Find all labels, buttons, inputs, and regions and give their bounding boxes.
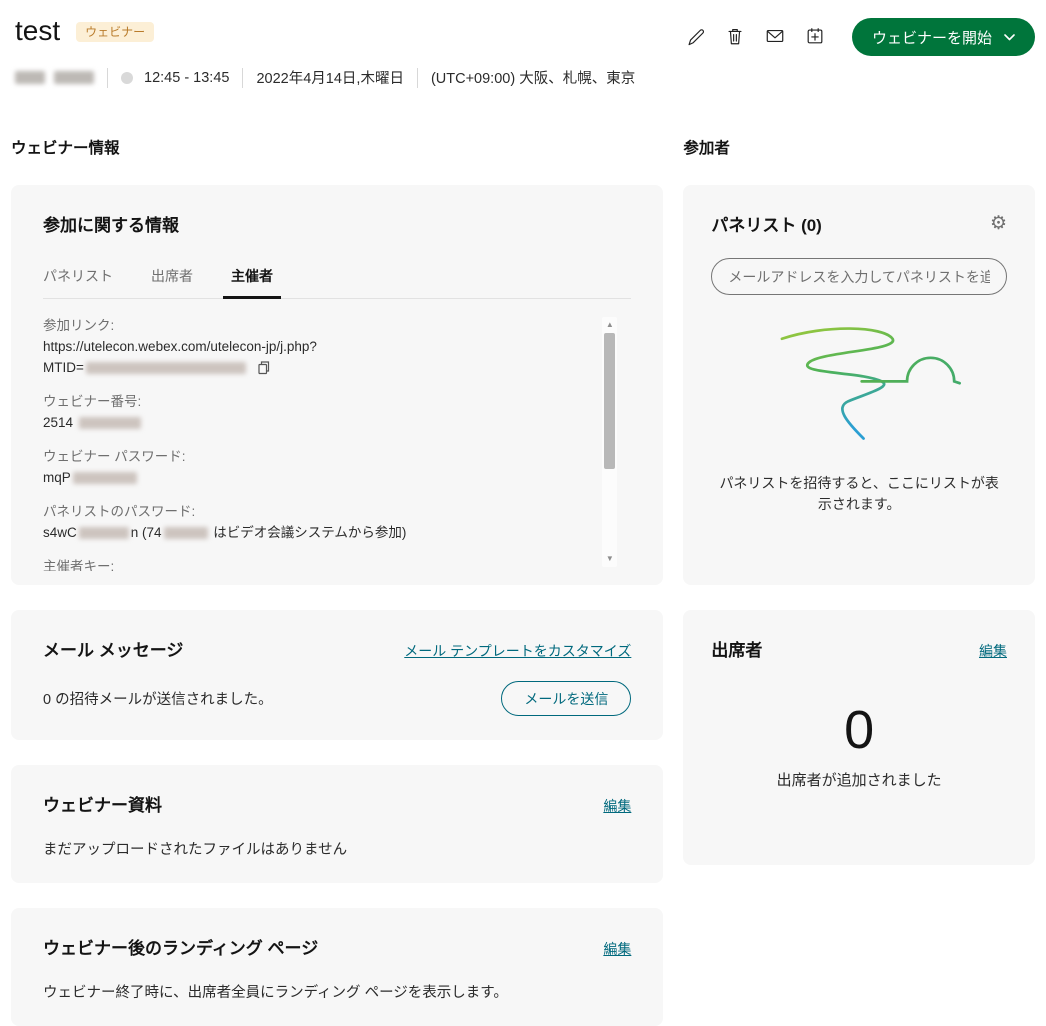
redacted-mtid (86, 362, 246, 374)
panelist-settings-button[interactable]: ⚙ (990, 214, 1007, 234)
webinar-meta-row: 12:45 - 13:45 2022年4月14日,木曜日 (UTC+09:00)… (15, 67, 1035, 88)
host-key-label: 主催者キー: (43, 556, 587, 571)
panelists-card-title: パネリスト (0) (711, 211, 822, 236)
scrollbar: ▲ ▼ (602, 317, 617, 567)
calendar-add-icon (805, 26, 825, 46)
scroll-down-arrow[interactable]: ▼ (602, 554, 617, 564)
webinar-detail-page: test ウェビナー ウェビナーを開始 12:45 - 13: (0, 0, 1046, 1026)
webinar-number-value: 2514 (43, 415, 73, 430)
materials-empty-text: まだアップロードされたファイルはありません (43, 838, 631, 859)
edit-button[interactable] (684, 26, 706, 48)
materials-edit-link[interactable]: 編集 (603, 796, 631, 816)
tab-panelist[interactable]: パネリスト (43, 266, 113, 286)
panelist-email-input[interactable] (711, 258, 1007, 295)
attendees-card: 出席者 編集 0 出席者が追加されました (683, 610, 1035, 865)
attendees-card-title: 出席者 (711, 636, 762, 661)
panelist-password-value: s4wC (43, 525, 77, 540)
email-status-text: 0 の招待メールが送信されました。 (43, 688, 273, 709)
status-dot (121, 72, 133, 84)
redacted-webinar-password (73, 472, 137, 484)
page-header: test ウェビナー ウェビナーを開始 (11, 14, 1035, 56)
section-title-webinar-info: ウェビナー情報 (11, 136, 663, 158)
divider (107, 68, 108, 88)
webinar-password-label: ウェビナー パスワード: (43, 446, 587, 467)
panelist-password-label: パネリストのパスワード: (43, 501, 587, 522)
redacted-webinar-number (79, 417, 141, 429)
tab-host[interactable]: 主催者 (231, 266, 273, 286)
send-email-button[interactable]: メールを送信 (501, 681, 631, 716)
divider (417, 68, 418, 88)
attendees-edit-link[interactable]: 編集 (979, 641, 1007, 661)
delete-button[interactable] (724, 26, 746, 48)
join-info-scroll-area: 参加リンク: https://utelecon.webex.com/utelec… (43, 315, 631, 571)
start-webinar-button[interactable]: ウェビナーを開始 (852, 18, 1035, 56)
redacted-host-name-2 (54, 71, 94, 84)
join-link-field: 参加リンク: https://utelecon.webex.com/utelec… (43, 315, 587, 378)
join-info-title: 参加に関する情報 (43, 211, 631, 236)
redacted-host-name (15, 71, 45, 84)
email-card-title: メール メッセージ (43, 636, 183, 661)
join-link-mtid: MTID= (43, 360, 84, 375)
gear-icon: ⚙ (990, 213, 1007, 234)
start-webinar-label: ウェビナーを開始 (872, 27, 992, 48)
copy-icon (256, 360, 271, 375)
header-actions: ウェビナーを開始 (684, 14, 1035, 56)
attendee-count: 0 (711, 703, 1007, 757)
envelope-icon (765, 26, 785, 46)
redacted-video-number (164, 527, 208, 539)
panelist-password-mid: n (74 (131, 525, 162, 540)
host-key-field: 主催者キー: (43, 556, 587, 571)
landing-page-card: ウェビナー後のランディング ページ 編集 ウェビナー終了時に、出席者全員にランデ… (11, 908, 663, 1026)
panelist-password-suffix: はビデオ会議システムから参加) (210, 525, 407, 540)
webinar-time: 12:45 - 13:45 (144, 70, 229, 86)
pencil-icon (685, 26, 705, 46)
join-link-label: 参加リンク: (43, 315, 587, 336)
webinar-timezone: (UTC+09:00) 大阪、札幌、東京 (431, 67, 635, 88)
webinar-title: test (15, 14, 60, 48)
panelists-empty-hint: パネリストを招待すると、ここにリストが表示されます。 (711, 473, 1007, 515)
webinar-date: 2022年4月14日,木曜日 (256, 67, 403, 88)
copy-link-button[interactable] (256, 360, 271, 378)
divider (242, 68, 243, 88)
webinar-password-field: ウェビナー パスワード: mqP (43, 446, 587, 488)
landing-edit-link[interactable]: 編集 (603, 939, 631, 959)
scroll-up-arrow[interactable]: ▲ (602, 320, 617, 330)
materials-card-title: ウェビナー資料 (43, 791, 162, 816)
add-to-calendar-button[interactable] (804, 26, 826, 48)
email-button[interactable] (764, 26, 786, 48)
redacted-panelist-password (79, 527, 129, 539)
customize-template-link[interactable]: メール テンプレートをカスタマイズ (404, 641, 631, 661)
empty-panelists-illustration (751, 317, 967, 453)
join-link-url: https://utelecon.webex.com/utelecon-jp/j… (43, 339, 317, 354)
landing-description: ウェビナー終了時に、出席者全員にランディング ページを表示します。 (43, 981, 631, 1002)
join-info-tabs: パネリスト 出席者 主催者 (43, 266, 631, 299)
webinar-password-value: mqP (43, 470, 71, 485)
email-message-card: メール メッセージ メール テンプレートをカスタマイズ 0 の招待メールが送信さ… (11, 610, 663, 740)
attendee-caption: 出席者が追加されました (711, 769, 1007, 790)
webinar-number-field: ウェビナー番号: 2514 (43, 391, 587, 433)
chevron-down-icon (1004, 34, 1015, 41)
landing-card-title: ウェビナー後のランディング ページ (43, 934, 318, 959)
webinar-info-column: ウェビナー情報 参加に関する情報 パネリスト 出席者 主催者 参加リンク: ht… (11, 136, 663, 1026)
trash-icon (725, 26, 745, 46)
join-info-card: 参加に関する情報 パネリスト 出席者 主催者 参加リンク: https://ut… (11, 185, 663, 585)
section-title-participants: 参加者 (683, 136, 1035, 158)
webinar-type-badge: ウェビナー (76, 22, 154, 42)
materials-card: ウェビナー資料 編集 まだアップロードされたファイルはありません (11, 765, 663, 883)
panelist-password-field: パネリストのパスワード: s4wC n (74 はビデオ会議システムから参加) (43, 501, 587, 543)
scrollbar-thumb[interactable] (604, 333, 615, 469)
tab-attendee[interactable]: 出席者 (151, 266, 193, 286)
webinar-number-label: ウェビナー番号: (43, 391, 587, 412)
participants-column: 参加者 パネリスト (0) ⚙ (683, 136, 1035, 1026)
panelists-card: パネリスト (0) ⚙ (683, 185, 1035, 585)
